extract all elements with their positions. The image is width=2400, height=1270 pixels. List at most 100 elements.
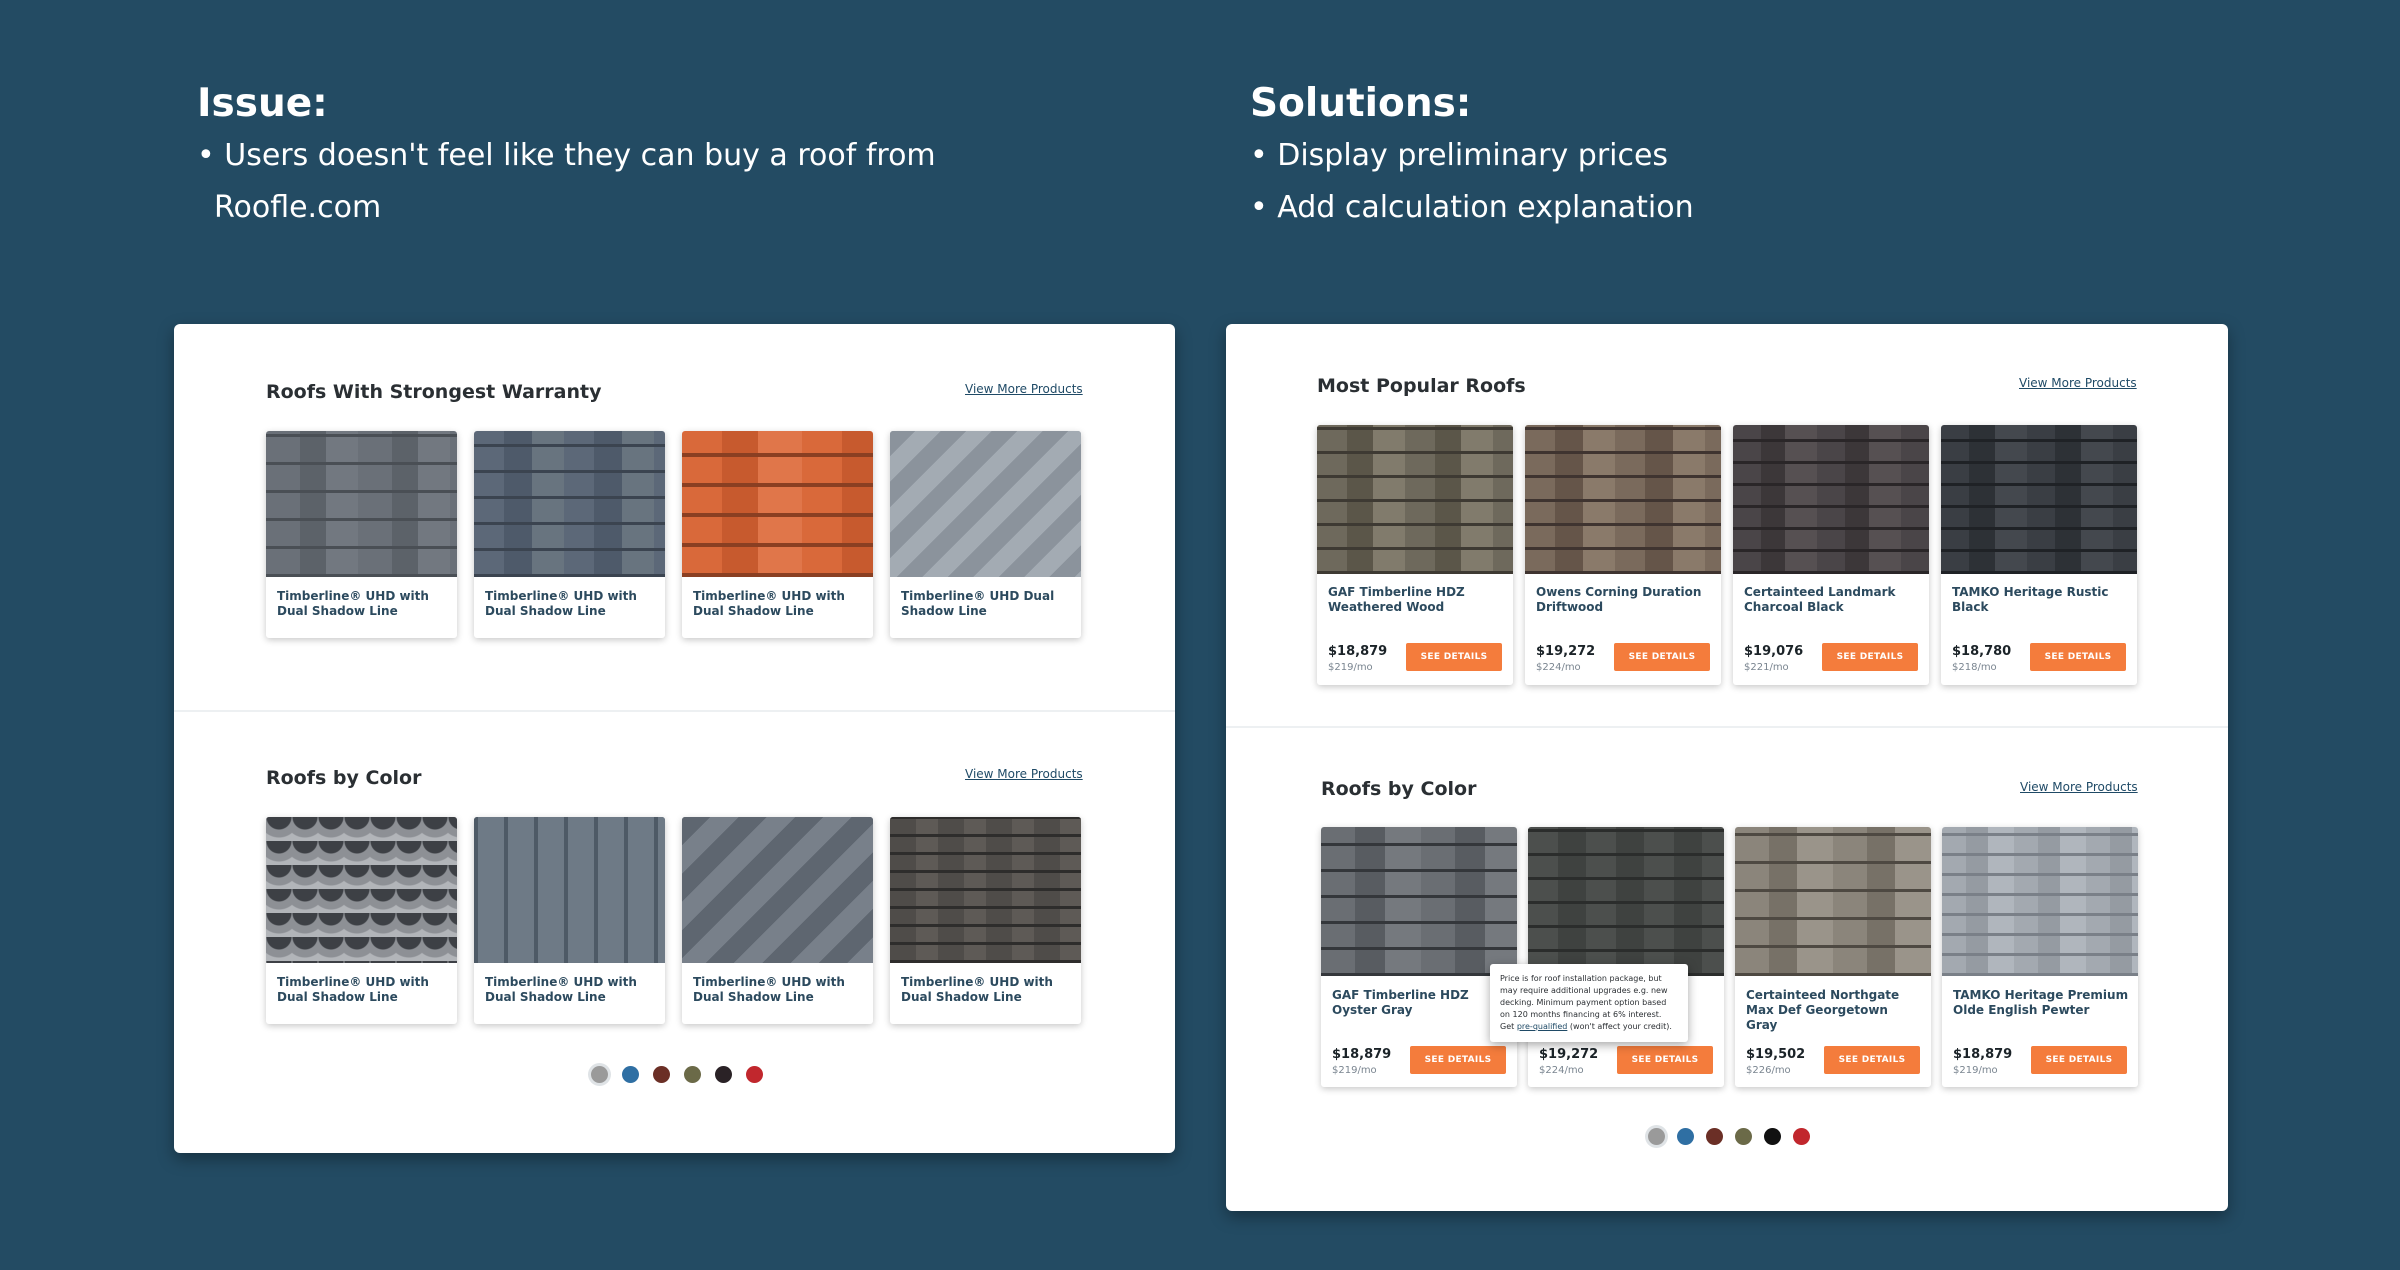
color-swatch[interactable] (591, 1066, 608, 1083)
product-card[interactable]: Timberline® UHD with Dual Shadow Line (682, 817, 873, 1024)
color-swatch[interactable] (1648, 1128, 1665, 1145)
solutions-line-1: • Display preliminary prices (1250, 138, 1669, 173)
product-price: $19,502 (1746, 1047, 1806, 1062)
view-more-link[interactable]: View More Products (965, 767, 1083, 781)
issue-line-2: Roofle.com (214, 190, 382, 225)
product-image (1942, 827, 2138, 976)
color-swatch[interactable] (1677, 1128, 1694, 1145)
section-divider (1226, 726, 2228, 728)
monthly-price: $226/mo (1746, 1065, 1791, 1076)
product-name: Timberline® UHD with Dual Shadow Line (901, 975, 1053, 1004)
product-price: $19,272 (1539, 1047, 1599, 1062)
product-name: Owens Corning Duration Driftwood (1536, 585, 1702, 614)
color-swatch[interactable] (746, 1066, 763, 1083)
monthly-price: $219/mo (1328, 662, 1373, 673)
product-name: Timberline® UHD with Dual Shadow Line (277, 589, 429, 618)
monthly-price: $219/mo (1332, 1065, 1377, 1076)
see-details-button[interactable]: SEE DETAILS (1617, 1046, 1713, 1074)
monthly-price: $224/mo (1539, 1065, 1584, 1076)
product-image (266, 817, 457, 963)
monthly-price: $221/mo (1744, 662, 1789, 673)
product-card[interactable]: $19,272 $224/mo SEE DETAILS (1528, 827, 1724, 1087)
product-card[interactable]: Owens Corning Duration Driftwood $19,272… (1525, 425, 1721, 685)
product-card[interactable]: Timberline® UHD with Dual Shadow Line (474, 817, 665, 1024)
see-details-button[interactable]: SEE DETAILS (2031, 1046, 2127, 1074)
product-price: $18,879 (1328, 644, 1388, 659)
product-card[interactable]: Timberline® UHD with Dual Shadow Line (474, 431, 665, 638)
product-card[interactable]: Timberline® UHD with Dual Shadow Line (682, 431, 873, 638)
color-swatch[interactable] (684, 1066, 701, 1083)
product-name: TAMKO Heritage Premium Olde English Pewt… (1953, 988, 2129, 1017)
product-card[interactable]: TAMKO Heritage Premium Olde English Pewt… (1942, 827, 2138, 1087)
before-mockup-panel: Roofs With Strongest Warranty View More … (174, 324, 1175, 1153)
issue-line-1: • Users doesn't feel like they can buy a… (197, 138, 936, 173)
product-name: Certainteed Northgate Max Def Georgetown… (1746, 988, 1900, 1032)
product-name: TAMKO Heritage Rustic Black (1952, 585, 2109, 614)
see-details-button[interactable]: SEE DETAILS (1406, 643, 1502, 671)
product-card[interactable]: Certainteed Landmark Charcoal Black $19,… (1733, 425, 1929, 685)
tooltip-tail: (won't affect your credit). (1569, 1022, 1672, 1031)
product-card[interactable]: Timberline® UHD with Dual Shadow Line (266, 817, 457, 1024)
see-details-button[interactable]: SEE DETAILS (1614, 643, 1710, 671)
color-swatch[interactable] (1764, 1128, 1781, 1145)
monthly-price: $219/mo (1953, 1065, 1998, 1076)
section-title-color: Roofs by Color (1321, 778, 1477, 800)
product-image (1941, 425, 2137, 574)
color-swatch[interactable] (622, 1066, 639, 1083)
after-mockup-panel: Most Popular Roofs View More Products GA… (1226, 324, 2228, 1211)
tooltip-text: Price is for roof installation package, … (1500, 974, 1668, 1019)
view-more-link[interactable]: View More Products (965, 382, 1083, 396)
product-card[interactable]: GAF Timberline HDZ Weathered Wood $18,87… (1317, 425, 1513, 685)
product-card[interactable]: Certainteed Northgate Max Def Georgetown… (1735, 827, 1931, 1087)
see-details-button[interactable]: SEE DETAILS (2030, 643, 2126, 671)
product-name: Timberline® UHD Dual Shadow Line (901, 589, 1055, 618)
monthly-price: $224/mo (1536, 662, 1581, 673)
product-image (1735, 827, 1931, 976)
pre-qualified-link[interactable]: pre-qualified (1517, 1022, 1568, 1031)
product-name: GAF Timberline HDZ Oyster Gray (1332, 988, 1469, 1017)
product-image (474, 431, 665, 577)
product-card[interactable]: GAF Timberline HDZ Oyster Gray $18,879 $… (1321, 827, 1517, 1087)
product-name: Timberline® UHD with Dual Shadow Line (485, 975, 637, 1004)
color-swatches (591, 1066, 763, 1083)
product-image (682, 431, 873, 577)
solutions-block: Solutions: • Display preliminary prices … (1250, 78, 1694, 234)
see-details-button[interactable]: SEE DETAILS (1824, 1046, 1920, 1074)
product-price: $18,879 (1332, 1047, 1392, 1062)
view-more-link[interactable]: View More Products (2019, 376, 2137, 390)
color-swatch[interactable] (653, 1066, 670, 1083)
product-image (1525, 425, 1721, 574)
product-name: Timberline® UHD with Dual Shadow Line (485, 589, 637, 618)
product-image (474, 817, 665, 963)
product-image (890, 817, 1081, 963)
product-image (1317, 425, 1513, 574)
product-card[interactable]: Timberline® UHD with Dual Shadow Line (890, 817, 1081, 1024)
product-image (1733, 425, 1929, 574)
solutions-line-2: • Add calculation explanation (1250, 190, 1694, 225)
color-swatch[interactable] (1706, 1128, 1723, 1145)
color-swatch[interactable] (1793, 1128, 1810, 1145)
issue-title: Issue: (197, 81, 328, 126)
product-name: Certainteed Landmark Charcoal Black (1744, 585, 1896, 614)
section-title-color: Roofs by Color (266, 767, 422, 789)
see-details-button[interactable]: SEE DETAILS (1410, 1046, 1506, 1074)
section-title-warranty: Roofs With Strongest Warranty (266, 381, 602, 403)
view-more-link[interactable]: View More Products (2020, 780, 2138, 794)
section-title-popular: Most Popular Roofs (1317, 375, 1526, 397)
product-image (266, 431, 457, 577)
product-price: $18,780 (1952, 644, 2012, 659)
product-image (1321, 827, 1517, 976)
product-image (682, 817, 873, 963)
product-price: $19,076 (1744, 644, 1804, 659)
solutions-title: Solutions: (1250, 81, 1472, 126)
product-name: GAF Timberline HDZ Weathered Wood (1328, 585, 1465, 614)
product-name: Timberline® UHD with Dual Shadow Line (693, 975, 845, 1004)
color-swatch[interactable] (715, 1066, 732, 1083)
price-explanation-tooltip: Price is for roof installation package, … (1490, 964, 1688, 1042)
color-swatch[interactable] (1735, 1128, 1752, 1145)
see-details-button[interactable]: SEE DETAILS (1822, 643, 1918, 671)
product-image (890, 431, 1081, 577)
product-card[interactable]: Timberline® UHD Dual Shadow Line (890, 431, 1081, 638)
product-card[interactable]: Timberline® UHD with Dual Shadow Line (266, 431, 457, 638)
product-card[interactable]: TAMKO Heritage Rustic Black $18,780 $218… (1941, 425, 2137, 685)
